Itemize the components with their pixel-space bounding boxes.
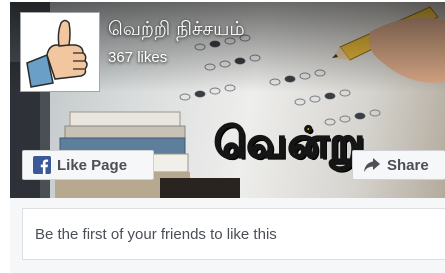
like-page-button[interactable]: Like Page xyxy=(22,150,154,180)
likes-count: 367 likes xyxy=(108,49,168,66)
friends-like-text: Be the first of your friends to like thi… xyxy=(35,225,277,243)
share-arrow-icon xyxy=(364,158,380,172)
thumbs-up-cartoon-icon xyxy=(23,15,97,89)
share-button[interactable]: Share xyxy=(352,150,445,180)
cover-banner-text: வென்று xyxy=(213,117,366,168)
profile-picture[interactable] xyxy=(20,12,100,92)
like-button-label: Like Page xyxy=(57,156,128,174)
plugin-footer: Be the first of your friends to like thi… xyxy=(10,198,445,273)
facebook-page-plugin: வென்று வெற்றி நிச்சயம் 367 likes Like Pa… xyxy=(0,0,445,273)
page-title[interactable]: வெற்றி நிச்சயம் xyxy=(108,18,245,43)
friends-like-box: Be the first of your friends to like thi… xyxy=(22,208,445,260)
facebook-f-icon xyxy=(33,156,51,174)
share-button-label: Share xyxy=(387,156,429,174)
